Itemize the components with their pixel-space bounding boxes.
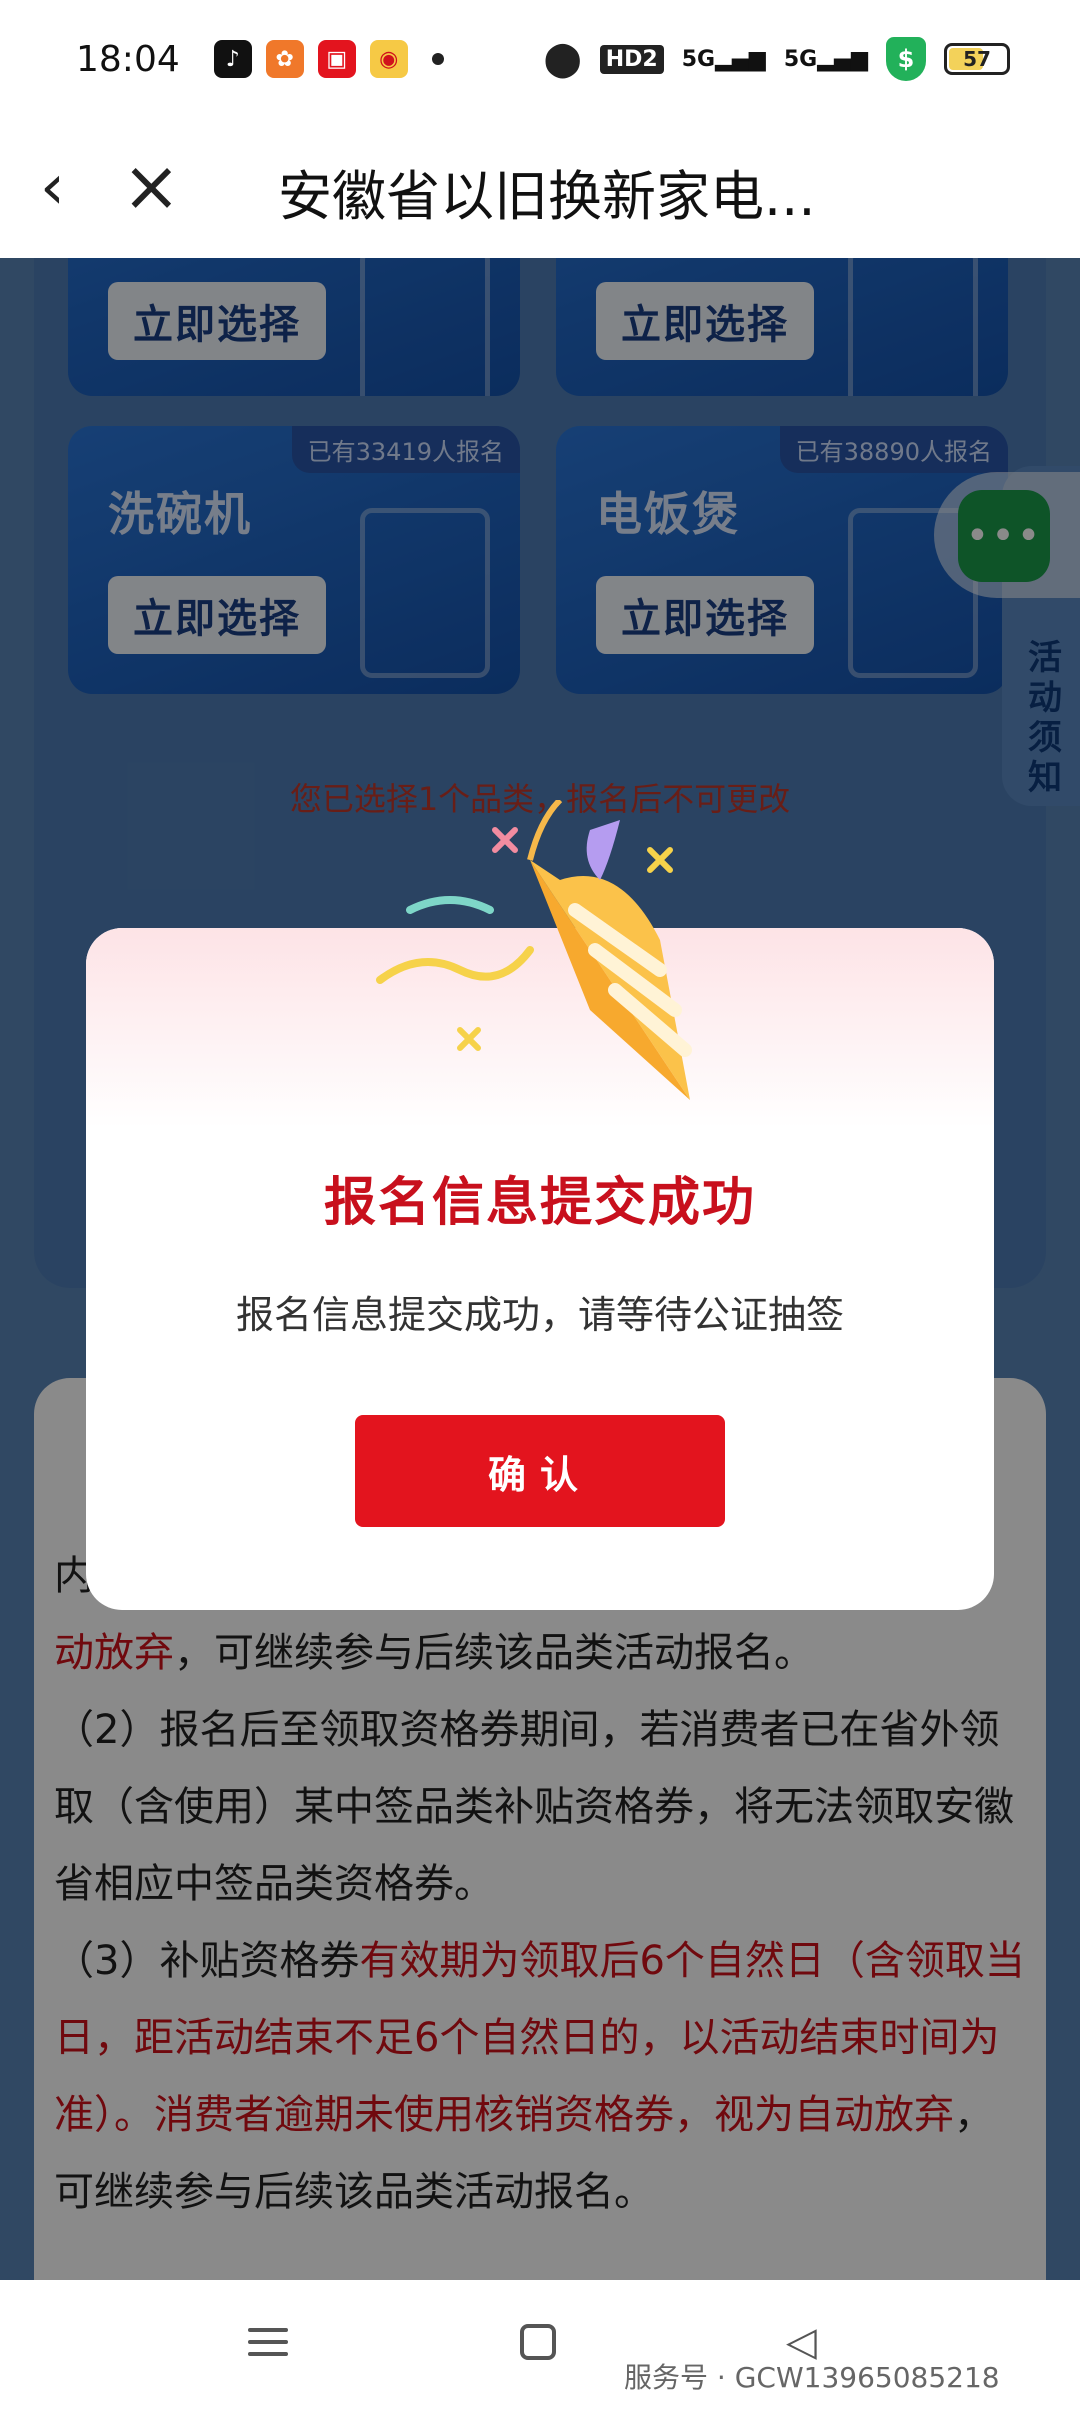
page-title: 安徽省以旧换新家电... [278, 165, 816, 228]
system-navigation-bar: ◁ 服务号 · GCW13965085218 [0, 2280, 1080, 2412]
party-popper-icon [376, 800, 692, 1100]
home-icon[interactable] [520, 2324, 556, 2360]
signal-5g-2-icon: 5G▂▄▆ [783, 46, 868, 72]
status-time: 18:04 [76, 38, 180, 80]
battery-icon: 57 [944, 43, 1010, 75]
dialog-message: 报名信息提交成功，请等待公证抽签 [235, 1293, 844, 1337]
wechat-watermark: 服务号 · GCW13965085218 [624, 2361, 1000, 2394]
recent-apps-icon[interactable] [248, 2320, 288, 2364]
signal-5g-icon: 5G▂▄▆ [681, 46, 766, 72]
location-icon: ⬤ [543, 39, 582, 79]
signal-2-label: 5G [783, 46, 818, 72]
back-icon[interactable]: ‹ [40, 154, 100, 224]
battery-level: 57 [963, 47, 991, 71]
app-notification-icon: ✿ [265, 40, 304, 78]
tiktok-app-icon: ♪ [213, 40, 252, 78]
weibo-app-icon: ◉ [369, 40, 408, 78]
dialog-title: 报名信息提交成功 [323, 1173, 756, 1233]
security-shield-icon: $ [886, 37, 926, 81]
signal-1-label: 5G [681, 46, 716, 72]
close-icon[interactable]: × [122, 148, 192, 224]
app-header: ‹ × 安徽省以旧换新家电... [0, 118, 1080, 258]
confirm-button[interactable]: 确认 [355, 1415, 725, 1527]
more-notifications-dot [431, 53, 444, 65]
status-bar: 18:04 ♪ ✿ ▣ ◉ ⬤ HD2 5G▂▄▆ 5G▂▄▆ $ 57 [0, 0, 1080, 118]
hd-voice-icon: HD2 [599, 44, 664, 74]
shopping-app-icon: ▣ [317, 40, 356, 78]
